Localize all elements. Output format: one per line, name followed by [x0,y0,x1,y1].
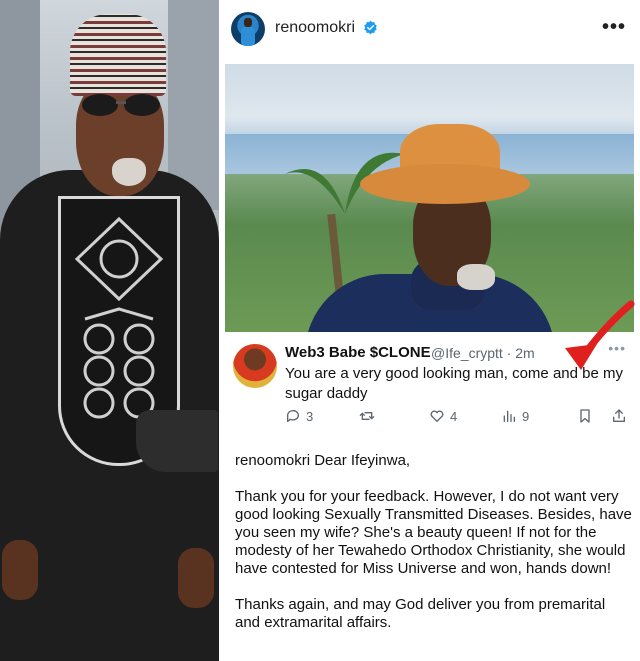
post-header: renoomokri ••• [219,0,640,58]
tweet-text: You are a very good looking man, come an… [285,365,623,402]
bookmark-button[interactable] [577,408,593,424]
view-count: 9 [522,408,530,424]
retweet-icon [359,412,375,420]
post-caption: renoomokri Dear Ifeyinwa, Thank you for … [235,452,633,650]
user-avatar[interactable] [231,12,265,46]
reply-icon [286,410,299,422]
like-button[interactable]: 4 [429,408,457,424]
fedora-brim [360,164,530,204]
tweet-actions: 3 4 9 [285,408,630,430]
heart-icon [430,410,444,422]
tweet-more-icon[interactable]: ••• [608,340,626,356]
share-icon [613,409,625,422]
like-count: 4 [450,408,458,424]
tweet-handle[interactable]: @Ife_cryptt · 2m [431,345,535,361]
caption-username[interactable]: renoomokri [235,452,310,469]
caption-greeting: Dear Ifeyinwa, [314,452,411,469]
reply-button[interactable]: 3 [285,408,313,424]
share-button[interactable] [611,408,627,424]
tweet-display-name[interactable]: Web3 Babe $CLONE [285,344,431,361]
beard [457,264,495,290]
caption-paragraph: Thanks again, and may God deliver you fr… [235,596,606,631]
post-username[interactable]: renoomokri [275,19,355,37]
caption-paragraph: Thank you for your feedback. However, I … [235,488,632,577]
tweet-avatar[interactable] [233,344,277,388]
caption-greeting-line: renoomokri Dear Ifeyinwa, [235,452,633,470]
sunglasses [82,94,160,116]
beard [112,158,146,186]
instagram-post: renoomokri ••• Web3 Babe $CLONE @Ife_cry… [219,0,640,661]
kufi-cap [70,14,166,96]
profile-photo-left [0,0,219,661]
hand [178,548,214,608]
more-options-icon[interactable]: ••• [602,16,626,39]
bookmark-icon [580,409,590,423]
verified-badge-icon [364,20,377,35]
views-button[interactable]: 9 [501,408,529,424]
redaction-blob [136,410,218,472]
post-image [225,64,634,332]
hand [2,540,38,600]
reply-count: 3 [306,408,314,424]
retweet-button[interactable] [359,408,380,424]
views-chart-icon [503,410,515,422]
